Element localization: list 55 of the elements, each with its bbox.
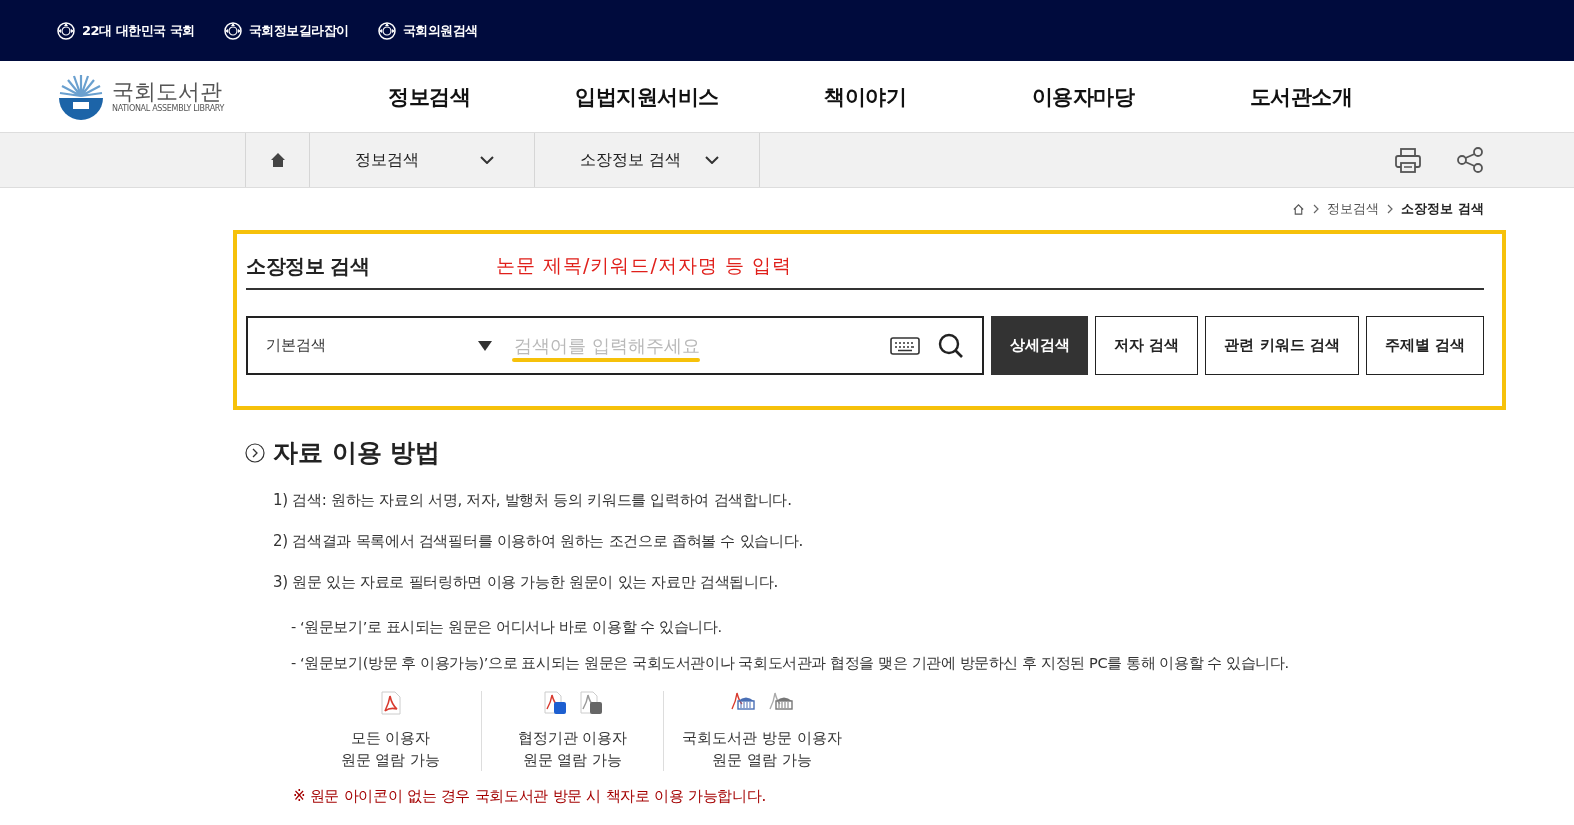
instruction-text: 2) 검색결과 목록에서 검색필터를 이용하여 원하는 조건으로 좁혀볼 수 있습니다. (273, 532, 804, 551)
emblem-icon (56, 20, 76, 41)
home-icon (269, 152, 286, 168)
circle-chevron-icon (245, 442, 265, 463)
share-icon[interactable] (1456, 146, 1484, 174)
chevron-down-icon (705, 156, 719, 164)
chevron-down-icon (480, 156, 494, 164)
main-nav-item[interactable]: 책이야기 (756, 82, 974, 111)
pdf-badge-icon (542, 691, 567, 715)
search-option-button[interactable]: 주제별 검색 (1365, 316, 1484, 375)
emblem-icon (376, 20, 397, 41)
print-icon[interactable] (1394, 146, 1422, 174)
instruction-text: 3) 원문 있는 자료로 필터링하면 이용 가능한 원문이 있는 자료만 검색됩니다. (273, 573, 779, 592)
search-option-button[interactable]: 상세검색 (991, 316, 1089, 375)
legend-label: 원문 열람 가능 (340, 750, 441, 771)
instruction-text: 1) 검색: 원하는 자료의 서명, 저자, 발행처 등의 키워드를 입력하여 검색합니다. (273, 491, 793, 510)
main-nav-item[interactable]: 정보검색 (320, 82, 538, 111)
logo-name: 국회도서관 (112, 79, 223, 104)
note-text: - ‘원문보기(방문 후 이용가능)’으로 표시되는 원문은 국회도서관이나 국회도서관과 협정을 맺은 기관에 방문하신 후 지정된 PC를 통해 이용할 수 있습니다. (291, 654, 1290, 673)
pdf-building-icon (767, 691, 794, 711)
section-title: 자료 이용 방법 (273, 437, 441, 469)
search-input[interactable]: 검색어를 입력해주세요 (512, 334, 887, 357)
pdf-badge-icon (578, 691, 603, 715)
dropdown-triangle-icon (478, 340, 492, 351)
search-mode-select[interactable]: 기본검색 (266, 336, 492, 355)
search-option-button[interactable]: 저자 검색 (1095, 316, 1199, 375)
search-icon[interactable] (938, 332, 965, 359)
top-link[interactable]: 국회의원검색 (376, 20, 478, 41)
logo-subtitle: NATIONAL ASSEMBLY LIBRARY (112, 104, 225, 114)
legend-label: 협정기관 이용자 (517, 728, 628, 749)
keyboard-icon[interactable] (890, 335, 921, 356)
top-link[interactable]: 국회정보길라잡이 (222, 20, 349, 41)
pdf-icon (379, 691, 402, 715)
annotation-text: 논문 제목/키워드/저자명 등 입력 (496, 253, 792, 278)
note-text: - ‘원문보기’로 표시되는 원문은 어디서나 바로 이용할 수 있습니다. (291, 618, 723, 637)
legend-label: 국회도서관 방문 이용자 (682, 728, 842, 749)
legend-label: 원문 열람 가능 (522, 750, 623, 771)
library-logo[interactable]: 국회도서관 NATIONAL ASSEMBLY LIBRARY (58, 73, 318, 120)
chevron-right-icon (1387, 204, 1394, 214)
home-icon[interactable] (1292, 202, 1306, 216)
main-nav-item[interactable]: 입법지원서비스 (538, 82, 756, 111)
breadcrumb-link[interactable]: 소장정보 검색 (1401, 200, 1484, 218)
top-link[interactable]: 22대 대한민국 국회 (56, 20, 195, 41)
search-title: 소장정보 검색 (246, 252, 371, 280)
search-option-button[interactable]: 관련 키워드 검색 (1205, 316, 1359, 375)
logo-icon (58, 73, 104, 120)
emblem-icon (222, 20, 243, 41)
pdf-building-icon (729, 691, 756, 711)
chevron-right-icon (1313, 204, 1320, 214)
legend-label: 모든 이용자 (350, 728, 431, 749)
main-nav-item[interactable]: 이용자마당 (974, 82, 1192, 111)
breadcrumb-link[interactable]: 정보검색 (1327, 200, 1380, 218)
legend-label: 원문 열람 가능 (712, 750, 812, 771)
warning-text: ※ 원문 아이콘이 없는 경우 국회도서관 방문 시 책자로 이용 가능합니다. (293, 787, 768, 806)
main-nav-item[interactable]: 도서관소개 (1192, 82, 1410, 111)
